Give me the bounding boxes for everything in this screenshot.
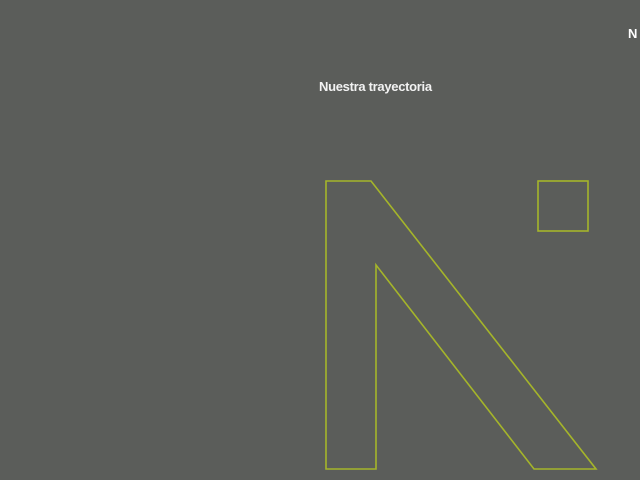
logo-n-shape <box>325 180 598 470</box>
logo-square <box>537 180 589 232</box>
corner-logo[interactable]: N <box>628 26 638 41</box>
page: N Nuestra trayectoria <box>0 0 640 480</box>
section-title: Nuestra trayectoria <box>319 79 432 94</box>
n-logo-outline-icon <box>325 180 598 470</box>
